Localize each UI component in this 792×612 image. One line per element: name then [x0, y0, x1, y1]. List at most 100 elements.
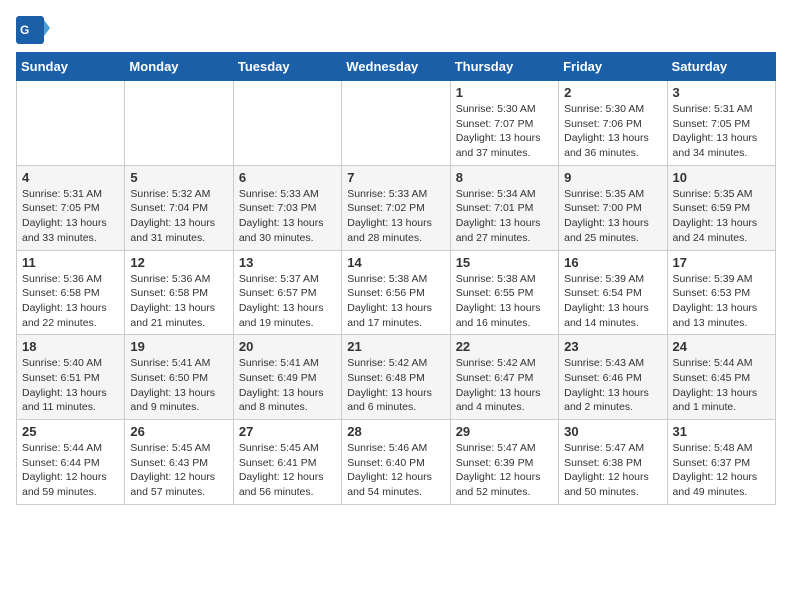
day-number: 2	[564, 85, 661, 100]
day-info: Sunrise: 5:33 AM Sunset: 7:03 PM Dayligh…	[239, 187, 336, 246]
calendar-cell: 14 Sunrise: 5:38 AM Sunset: 6:56 PM Dayli…	[342, 250, 450, 335]
day-number: 12	[130, 255, 227, 270]
calendar-cell: 13 Sunrise: 5:37 AM Sunset: 6:57 PM Dayli…	[233, 250, 341, 335]
calendar-cell: 7 Sunrise: 5:33 AM Sunset: 7:02 PM Daylig…	[342, 165, 450, 250]
calendar-cell: 1 Sunrise: 5:30 AM Sunset: 7:07 PM Daylig…	[450, 81, 558, 166]
calendar-cell	[125, 81, 233, 166]
header-saturday: Saturday	[667, 53, 775, 81]
day-info: Sunrise: 5:44 AM Sunset: 6:45 PM Dayligh…	[673, 356, 770, 415]
calendar-cell: 2 Sunrise: 5:30 AM Sunset: 7:06 PM Daylig…	[559, 81, 667, 166]
week-row-1: 1 Sunrise: 5:30 AM Sunset: 7:07 PM Daylig…	[17, 81, 776, 166]
day-info: Sunrise: 5:32 AM Sunset: 7:04 PM Dayligh…	[130, 187, 227, 246]
calendar-cell: 4 Sunrise: 5:31 AM Sunset: 7:05 PM Daylig…	[17, 165, 125, 250]
calendar-cell: 15Sunrise: 5:38 AM Sunset: 6:55 PM Dayli…	[450, 250, 558, 335]
day-number: 25	[22, 424, 119, 439]
calendar-cell: 25 Sunrise: 5:44 AM Sunset: 6:44 PM Dayli…	[17, 420, 125, 505]
calendar-cell: 18 Sunrise: 5:40 AM Sunset: 6:51 PM Dayli…	[17, 335, 125, 420]
calendar-body: 1 Sunrise: 5:30 AM Sunset: 7:07 PM Daylig…	[17, 81, 776, 505]
logo: G	[16, 16, 52, 44]
day-number: 23	[564, 339, 661, 354]
day-number: 20	[239, 339, 336, 354]
day-info: Sunrise: 5:41 AM Sunset: 6:49 PM Dayligh…	[239, 356, 336, 415]
day-number: 5	[130, 170, 227, 185]
day-number: 28	[347, 424, 444, 439]
week-row-3: 11 Sunrise: 5:36 AM Sunset: 6:58 PM Dayli…	[17, 250, 776, 335]
day-info: Sunrise: 5:46 AM Sunset: 6:40 PM Dayligh…	[347, 441, 444, 500]
day-number: 3	[673, 85, 770, 100]
calendar-cell: 6 Sunrise: 5:33 AM Sunset: 7:03 PM Daylig…	[233, 165, 341, 250]
day-info: Sunrise: 5:30 AM Sunset: 7:07 PM Dayligh…	[456, 102, 553, 161]
week-row-2: 4 Sunrise: 5:31 AM Sunset: 7:05 PM Daylig…	[17, 165, 776, 250]
page-header: G	[16, 16, 776, 44]
calendar-cell	[17, 81, 125, 166]
calendar-cell: 24 Sunrise: 5:44 AM Sunset: 6:45 PM Dayli…	[667, 335, 775, 420]
day-number: 7	[347, 170, 444, 185]
week-row-5: 25 Sunrise: 5:44 AM Sunset: 6:44 PM Dayli…	[17, 420, 776, 505]
calendar-header: SundayMondayTuesdayWednesdayThursdayFrid…	[17, 53, 776, 81]
day-info: Sunrise: 5:41 AM Sunset: 6:50 PM Dayligh…	[130, 356, 227, 415]
day-info: Sunrise: 5:40 AM Sunset: 6:51 PM Dayligh…	[22, 356, 119, 415]
day-info: Sunrise: 5:47 AM Sunset: 6:38 PM Dayligh…	[564, 441, 661, 500]
day-number: 18	[22, 339, 119, 354]
day-info: Sunrise: 5:47 AM Sunset: 6:39 PM Dayligh…	[456, 441, 553, 500]
calendar-cell: 3Sunrise: 5:31 AM Sunset: 7:05 PM Daylig…	[667, 81, 775, 166]
day-info: Sunrise: 5:39 AM Sunset: 6:53 PM Dayligh…	[673, 272, 770, 331]
day-number: 10	[673, 170, 770, 185]
day-number: 6	[239, 170, 336, 185]
calendar-cell: 16Sunrise: 5:39 AM Sunset: 6:54 PM Dayli…	[559, 250, 667, 335]
calendar-cell: 12 Sunrise: 5:36 AM Sunset: 6:58 PM Dayli…	[125, 250, 233, 335]
calendar-cell: 11 Sunrise: 5:36 AM Sunset: 6:58 PM Dayli…	[17, 250, 125, 335]
day-number: 14	[347, 255, 444, 270]
day-info: Sunrise: 5:42 AM Sunset: 6:48 PM Dayligh…	[347, 356, 444, 415]
calendar-cell: 19 Sunrise: 5:41 AM Sunset: 6:50 PM Dayli…	[125, 335, 233, 420]
header-row: SundayMondayTuesdayWednesdayThursdayFrid…	[17, 53, 776, 81]
calendar-cell: 23 Sunrise: 5:43 AM Sunset: 6:46 PM Dayli…	[559, 335, 667, 420]
header-wednesday: Wednesday	[342, 53, 450, 81]
day-number: 1	[456, 85, 553, 100]
calendar-cell: 17Sunrise: 5:39 AM Sunset: 6:53 PM Dayli…	[667, 250, 775, 335]
calendar-cell: 20 Sunrise: 5:41 AM Sunset: 6:49 PM Dayli…	[233, 335, 341, 420]
day-info: Sunrise: 5:31 AM Sunset: 7:05 PM Dayligh…	[22, 187, 119, 246]
calendar-cell: 21 Sunrise: 5:42 AM Sunset: 6:48 PM Dayli…	[342, 335, 450, 420]
day-number: 8	[456, 170, 553, 185]
day-number: 21	[347, 339, 444, 354]
day-number: 9	[564, 170, 661, 185]
day-number: 26	[130, 424, 227, 439]
day-info: Sunrise: 5:34 AM Sunset: 7:01 PM Dayligh…	[456, 187, 553, 246]
day-number: 4	[22, 170, 119, 185]
day-number: 24	[673, 339, 770, 354]
calendar-table: SundayMondayTuesdayWednesdayThursdayFrid…	[16, 52, 776, 505]
day-number: 13	[239, 255, 336, 270]
header-thursday: Thursday	[450, 53, 558, 81]
day-number: 11	[22, 255, 119, 270]
calendar-cell: 31 Sunrise: 5:48 AM Sunset: 6:37 PM Dayli…	[667, 420, 775, 505]
day-info: Sunrise: 5:33 AM Sunset: 7:02 PM Dayligh…	[347, 187, 444, 246]
day-number: 19	[130, 339, 227, 354]
day-info: Sunrise: 5:35 AM Sunset: 6:59 PM Dayligh…	[673, 187, 770, 246]
day-info: Sunrise: 5:30 AM Sunset: 7:06 PM Dayligh…	[564, 102, 661, 161]
calendar-cell: 10 Sunrise: 5:35 AM Sunset: 6:59 PM Dayli…	[667, 165, 775, 250]
day-number: 30	[564, 424, 661, 439]
day-info: Sunrise: 5:37 AM Sunset: 6:57 PM Dayligh…	[239, 272, 336, 331]
header-monday: Monday	[125, 53, 233, 81]
calendar-cell	[233, 81, 341, 166]
day-info: Sunrise: 5:39 AM Sunset: 6:54 PM Dayligh…	[564, 272, 661, 331]
day-number: 22	[456, 339, 553, 354]
header-sunday: Sunday	[17, 53, 125, 81]
calendar-cell: 29Sunrise: 5:47 AM Sunset: 6:39 PM Dayli…	[450, 420, 558, 505]
calendar-cell	[342, 81, 450, 166]
day-info: Sunrise: 5:43 AM Sunset: 6:46 PM Dayligh…	[564, 356, 661, 415]
day-info: Sunrise: 5:45 AM Sunset: 6:43 PM Dayligh…	[130, 441, 227, 500]
calendar-cell: 5 Sunrise: 5:32 AM Sunset: 7:04 PM Daylig…	[125, 165, 233, 250]
day-info: Sunrise: 5:38 AM Sunset: 6:56 PM Dayligh…	[347, 272, 444, 331]
header-tuesday: Tuesday	[233, 53, 341, 81]
calendar-cell: 30 Sunrise: 5:47 AM Sunset: 6:38 PM Dayli…	[559, 420, 667, 505]
header-friday: Friday	[559, 53, 667, 81]
day-info: Sunrise: 5:36 AM Sunset: 6:58 PM Dayligh…	[22, 272, 119, 331]
week-row-4: 18 Sunrise: 5:40 AM Sunset: 6:51 PM Dayli…	[17, 335, 776, 420]
day-info: Sunrise: 5:44 AM Sunset: 6:44 PM Dayligh…	[22, 441, 119, 500]
day-info: Sunrise: 5:48 AM Sunset: 6:37 PM Dayligh…	[673, 441, 770, 500]
day-info: Sunrise: 5:36 AM Sunset: 6:58 PM Dayligh…	[130, 272, 227, 331]
day-number: 15	[456, 255, 553, 270]
day-number: 31	[673, 424, 770, 439]
